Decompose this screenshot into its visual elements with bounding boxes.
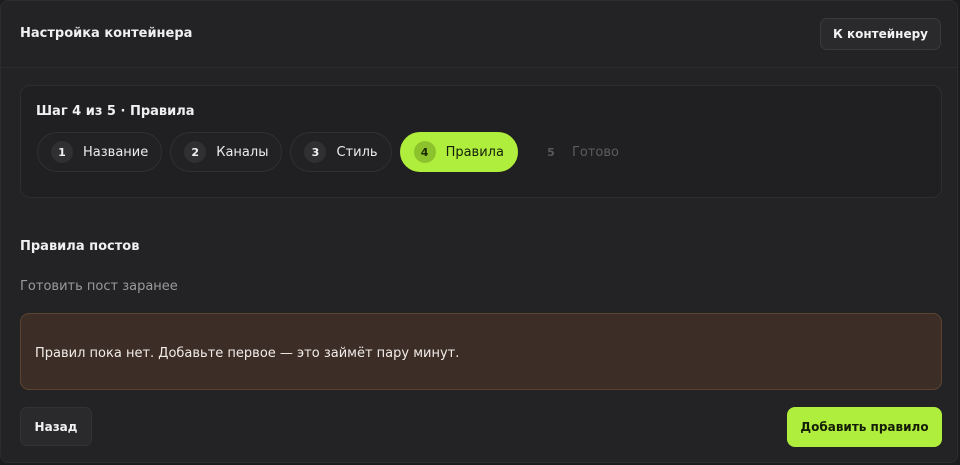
step-label: Готово: [571, 144, 619, 160]
step-label: Правила: [445, 144, 504, 160]
step-style[interactable]: 3 Стиль: [290, 132, 392, 172]
section-subtitle: Готовить пост заранее: [20, 279, 178, 294]
empty-state-text: Правил пока нет. Добавьте первое — это з…: [35, 346, 460, 361]
header: Настройка контейнера К контейнеру: [1, 1, 957, 68]
step-number: 4: [413, 141, 436, 163]
back-button[interactable]: Назад: [20, 407, 92, 446]
step-label: Каналы: [216, 144, 269, 160]
add-rule-button[interactable]: Добавить правило: [787, 407, 942, 447]
step-done: 5 Готово: [526, 132, 633, 172]
back-to-container-button[interactable]: К контейнеру: [819, 18, 941, 50]
empty-state-notice: Правил пока нет. Добавьте первое — это з…: [20, 313, 942, 390]
step-label: Стиль: [336, 144, 378, 160]
steps: 1 Название 2 Каналы 3 Стиль 4 Правила 5 …: [37, 132, 633, 172]
step-number: 3: [304, 141, 327, 163]
page-title: Настройка контейнера: [20, 26, 193, 41]
step-number: 5: [547, 145, 555, 159]
step-channels[interactable]: 2 Каналы: [170, 132, 283, 172]
container-setup-window: Настройка контейнера К контейнеру Шаг 4 …: [0, 0, 958, 463]
step-name[interactable]: 1 Название: [37, 132, 163, 172]
stepper-card: Шаг 4 из 5 · Правила 1 Название 2 Каналы…: [20, 85, 942, 198]
step-number: 2: [184, 141, 207, 163]
step-heading: Шаг 4 из 5 · Правила: [36, 104, 195, 119]
step-rules[interactable]: 4 Правила: [399, 132, 518, 172]
step-label: Название: [83, 144, 149, 160]
step-number: 1: [51, 141, 73, 163]
section-title: Правила постов: [20, 239, 140, 254]
